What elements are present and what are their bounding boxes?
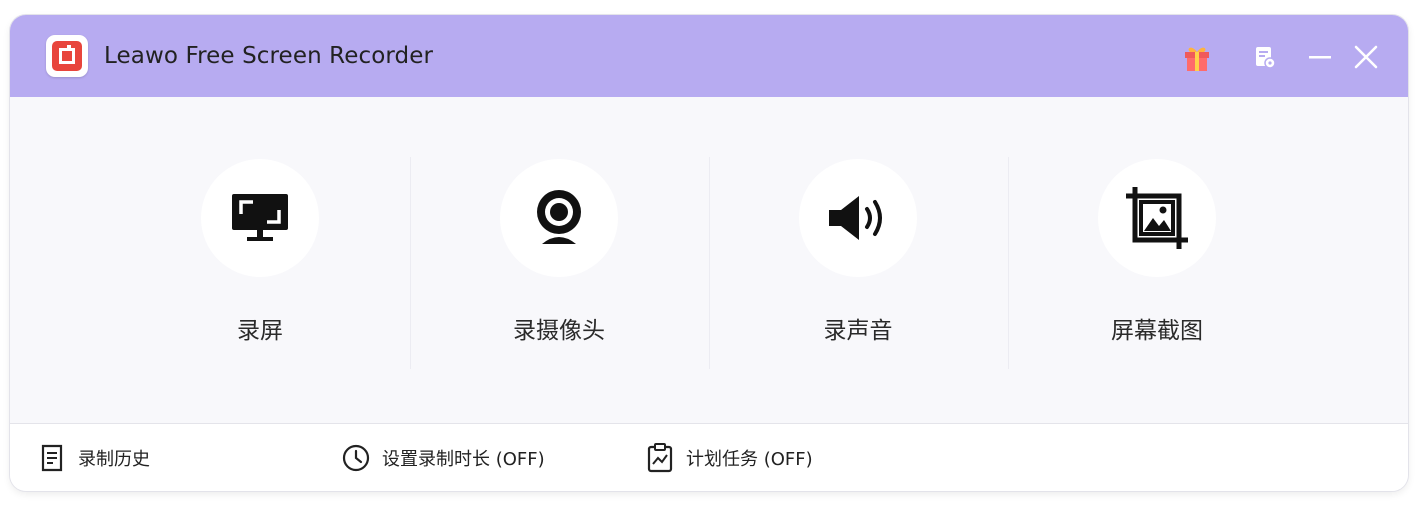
recording-history-link[interactable]: 录制历史 — [38, 444, 150, 472]
set-duration-link[interactable]: 设置录制时长 (OFF) — [342, 444, 545, 472]
feature-label: 录屏 — [237, 318, 283, 344]
close-button[interactable] — [1348, 39, 1384, 75]
scheduled-task-link[interactable]: 计划任务 (OFF) — [646, 443, 813, 473]
gift-button[interactable] — [1179, 39, 1215, 75]
feature-icon-circle — [1098, 159, 1216, 277]
app-window: Leawo Free Screen Recorder 录屏 录摄像头 录声音 屏… — [10, 15, 1408, 491]
minimize-icon — [1309, 56, 1331, 59]
schedule-label: 计划任务 (OFF) — [686, 449, 813, 470]
clipboard-chart-icon — [647, 443, 673, 473]
gift-icon — [1185, 47, 1209, 71]
feature-label: 录摄像头 — [513, 318, 605, 344]
monitor-icon — [232, 194, 288, 241]
window-title: Leawo Free Screen Recorder — [104, 43, 434, 69]
close-icon — [1354, 45, 1378, 69]
speaker-icon — [829, 196, 882, 240]
divider — [709, 157, 710, 369]
feature-icon-circle — [799, 159, 917, 277]
history-label: 录制历史 — [78, 449, 150, 470]
feature-panel: 录屏 录摄像头 录声音 屏幕截图 — [10, 97, 1408, 423]
feature-icon-circle — [500, 159, 618, 277]
app-logo-icon — [46, 35, 88, 77]
divider — [1008, 157, 1009, 369]
duration-label: 设置录制时长 (OFF) — [382, 449, 545, 470]
bottom-bar: 录制历史 设置录制时长 (OFF) 计划任务 (OFF) — [10, 423, 1408, 491]
feature-label: 屏幕截图 — [1111, 318, 1203, 344]
minimize-button[interactable] — [1302, 39, 1338, 75]
title-bar[interactable]: Leawo Free Screen Recorder — [10, 15, 1408, 97]
document-list-icon — [41, 444, 63, 472]
notes-button[interactable] — [1247, 39, 1283, 75]
webcam-icon — [537, 190, 581, 244]
feature-label: 录声音 — [823, 318, 893, 344]
screenshot-crop-icon — [1126, 187, 1188, 249]
document-settings-icon — [1256, 47, 1276, 69]
clock-icon — [342, 444, 370, 472]
divider — [410, 157, 411, 369]
feature-icon-circle — [201, 159, 319, 277]
